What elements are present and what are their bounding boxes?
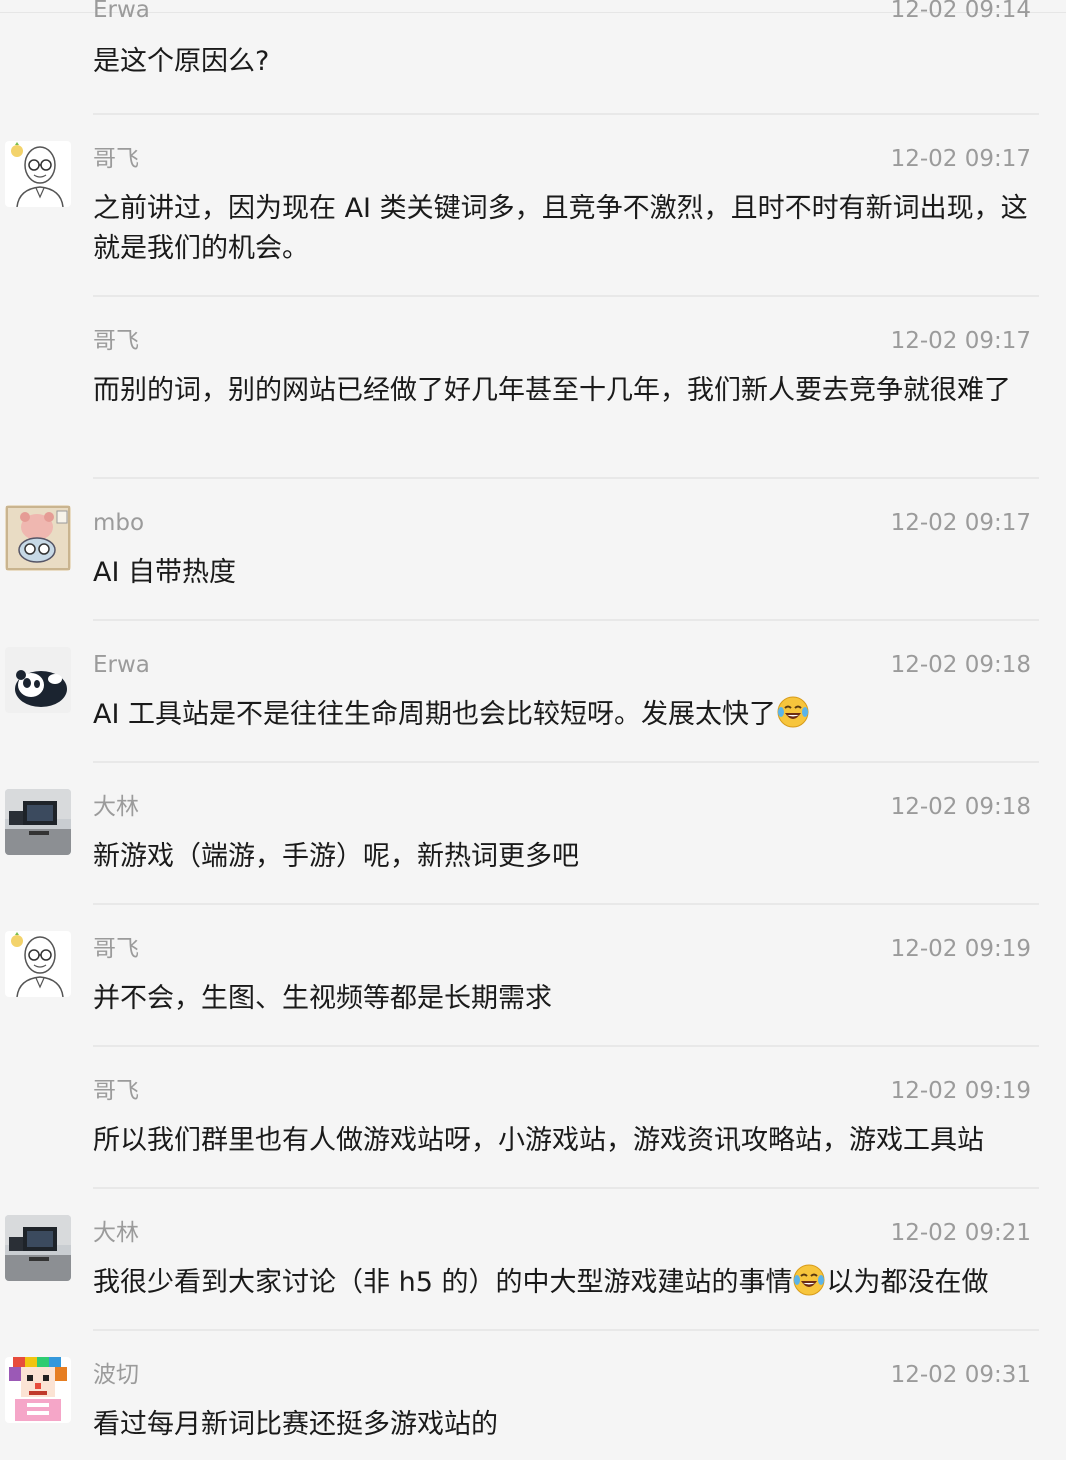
sender-name: Erwa [93,652,150,678]
message-divider [93,903,1039,905]
message-divider [93,477,1039,479]
message-time: 12-02 09:21 [890,1220,1031,1246]
cartoon-avatar[interactable] [5,505,71,571]
message-time: 12-02 09:18 [890,652,1031,678]
message-divider [93,1329,1039,1331]
message-divider [93,1187,1039,1189]
message-text: 新游戏（端游，手游）呢，新热词更多吧 [93,841,579,872]
message-divider [93,619,1039,621]
message-time: 12-02 09:31 [890,1362,1031,1388]
message-text: 看过每月新词比赛还挺多游戏站的 [93,1409,498,1440]
message-text: 而别的词，别的网站已经做了好几年甚至十几年，我们新人要去竞争就很难了 [93,375,1011,406]
message-time: 12-02 09:19 [890,936,1031,962]
sender-name: 哥飞 [93,146,139,172]
message-text: 是这个原因么? [93,46,270,77]
message-text-part: AI 工具站是不是往往生命周期也会比较短呀。发展太快了 [93,699,777,730]
chat-history[interactable]: Erwa 12-02 09:14 是这个原因么? 哥飞 12-02 09:17 … [0,0,1066,1460]
message-text: 我很少看到大家讨论（非 h5 的）的中大型游戏建站的事情 以为都没在做 [93,1263,1028,1303]
message-time: 12-02 09:14 [890,0,1031,23]
message-text: 之前讲过，因为现在 AI 类关键词多，且竞争不激烈，且时不时有新词出现，这就是我… [93,193,1028,264]
tears-of-joy-emoji [793,1264,825,1296]
message-text-part: 以为都没在做 [826,1267,989,1298]
message-time: 12-02 09:19 [890,1078,1031,1104]
pixel-clown-avatar[interactable] [5,1357,71,1423]
sender-name: 哥飞 [93,328,139,354]
message-text-part: 我很少看到大家讨论（非 h5 的）的中大型游戏建站的事情 [93,1267,793,1298]
sender-name: 哥飞 [93,1078,139,1104]
desk-photo-avatar[interactable] [5,1215,71,1281]
message-text: 所以我们群里也有人做游戏站呀，小游戏站，游戏资讯攻略站，游戏工具站 [93,1125,984,1156]
man-glasses-avatar[interactable] [5,141,71,207]
message-divider [93,1045,1039,1047]
message-time: 12-02 09:18 [890,794,1031,820]
message-time: 12-02 09:17 [890,328,1031,354]
message-divider [93,113,1039,115]
sender-name: Erwa [93,0,150,23]
message-divider [93,761,1039,763]
desk-photo-avatar[interactable] [5,789,71,855]
man-glasses-avatar[interactable] [5,931,71,997]
message-text: AI 自带热度 [93,557,237,588]
panda-avatar[interactable] [5,647,71,713]
message-time: 12-02 09:17 [890,146,1031,172]
message-text: 并不会，生图、生视频等都是长期需求 [93,983,552,1014]
tears-of-joy-emoji [777,696,809,728]
sender-name: 大林 [93,794,139,820]
sender-name: 波切 [93,1362,139,1388]
sender-name: mbo [93,510,145,536]
message-divider [93,295,1039,297]
message-time: 12-02 09:17 [890,510,1031,536]
sender-name: 哥飞 [93,936,139,962]
sender-name: 大林 [93,1220,139,1246]
message-text: AI 工具站是不是往往生命周期也会比较短呀。发展太快了 [93,695,1028,735]
